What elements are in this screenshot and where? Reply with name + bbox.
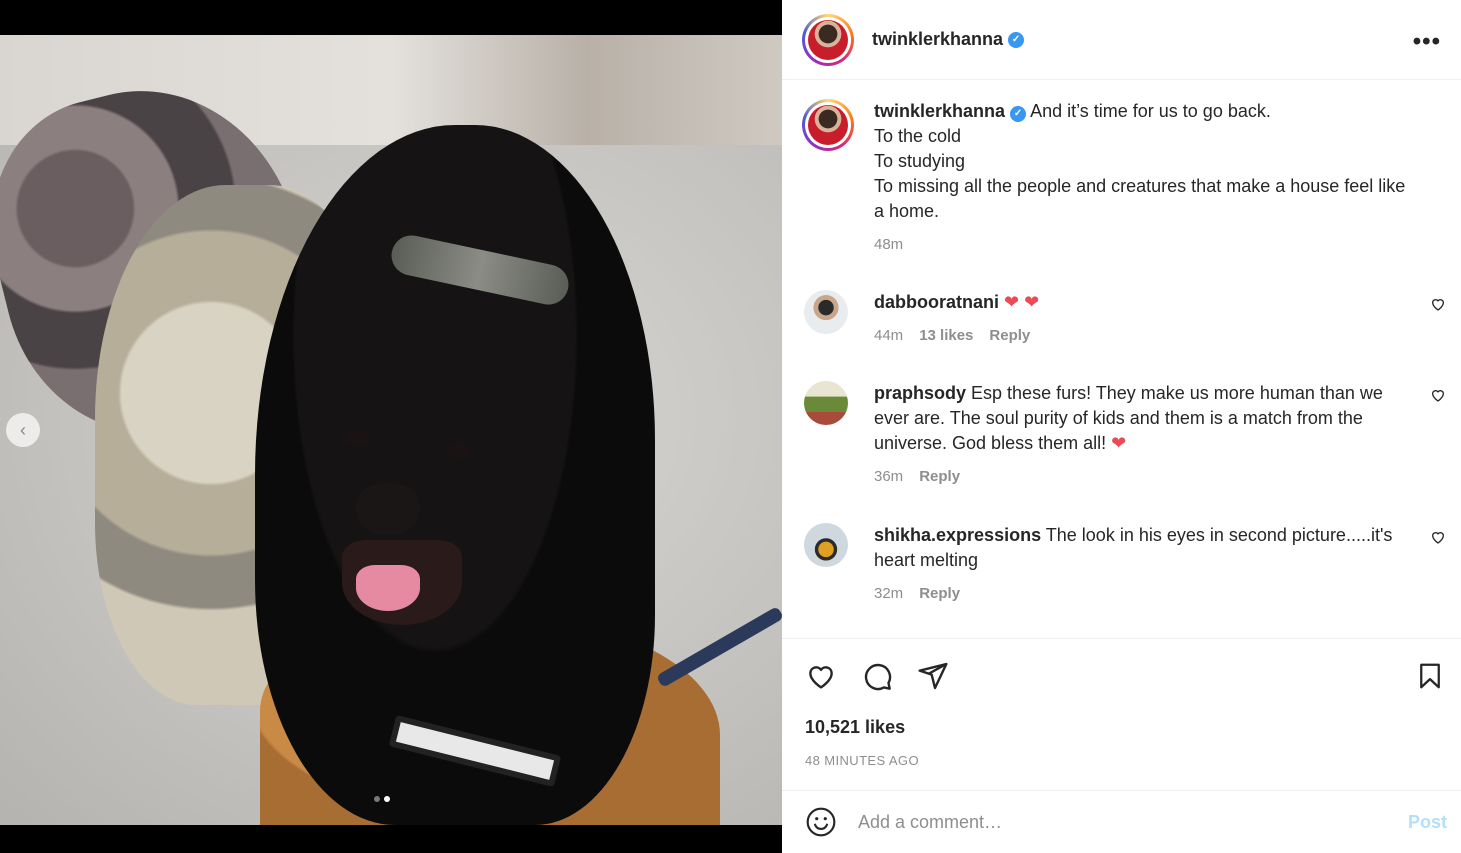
- post-actions: 10,521 likes 48 MINUTES AGO: [782, 638, 1461, 790]
- author-username[interactable]: twinklerkhanna: [872, 29, 1003, 50]
- commenter-username[interactable]: dabbooratnani: [874, 292, 999, 312]
- heart-icon[interactable]: [1430, 529, 1446, 550]
- caption: twinklerkhanna ✓ And it’s time for us to …: [802, 99, 1442, 257]
- more-icon[interactable]: •••: [1413, 28, 1441, 56]
- verified-icon: ✓: [1010, 106, 1027, 122]
- caption-text-1: And it’s time for us to go back.: [1030, 101, 1271, 121]
- comment-time[interactable]: 44m: [874, 323, 903, 348]
- comments-list[interactable]: twinklerkhanna ✓ And it’s time for us to …: [782, 81, 1461, 638]
- comment-composer: Post: [782, 790, 1461, 853]
- heart-icon[interactable]: [1430, 387, 1446, 408]
- comment-likes[interactable]: 13 likes: [919, 323, 973, 348]
- post-sidebar: twinklerkhanna ✓ ••• twinklerkhanna ✓ And…: [782, 0, 1461, 853]
- caption-text-2: To the cold: [874, 126, 962, 146]
- comment-icon[interactable]: [860, 659, 894, 693]
- author-avatar-image: [808, 19, 848, 60]
- caption-text-3: To studying: [874, 151, 966, 171]
- carousel-indicator: [374, 796, 390, 802]
- heart-icon[interactable]: [804, 659, 838, 693]
- caption-line-1: twinklerkhanna ✓ And it’s time for us to …: [874, 99, 1414, 124]
- emoji-icon[interactable]: [804, 805, 838, 839]
- photo-dog-eye-right: [447, 443, 471, 459]
- share-icon[interactable]: [916, 659, 950, 693]
- reply-button[interactable]: Reply: [919, 581, 960, 606]
- caption-text-4: To missing all the people and creatures …: [874, 176, 1406, 221]
- likes-count[interactable]: 10,521 likes: [805, 717, 905, 738]
- post-comment-button[interactable]: Post: [1408, 812, 1447, 833]
- comment-time[interactable]: 36m: [874, 464, 903, 489]
- chevron-left-icon[interactable]: ‹: [6, 413, 40, 447]
- post-header: twinklerkhanna ✓ •••: [782, 0, 1461, 80]
- heart-icon[interactable]: [1430, 296, 1446, 317]
- photo-hair: [255, 125, 655, 825]
- comment-input[interactable]: [858, 811, 1378, 833]
- caption-avatar-image: [808, 105, 848, 145]
- caption-avatar[interactable]: [802, 99, 854, 151]
- photo-dog-eye-left: [345, 430, 369, 446]
- verified-icon: ✓: [1008, 31, 1025, 48]
- carousel-dot-2: [384, 796, 390, 802]
- comment-item: shikha.expressions The look in his eyes …: [804, 523, 1446, 606]
- commenter-avatar[interactable]: [804, 290, 848, 334]
- post-timestamp[interactable]: 48 MINUTES AGO: [805, 753, 919, 768]
- heart-emoji: ❤: [1111, 433, 1127, 453]
- commenter-username[interactable]: shikha.expressions: [874, 525, 1041, 545]
- author-avatar[interactable]: [802, 13, 854, 66]
- comment-item: dabbooratnani ❤ ❤ 44m 13 likes Reply: [804, 290, 1446, 348]
- photo-dog-nose: [356, 483, 420, 535]
- carousel-dot-1: [374, 796, 380, 802]
- caption-time[interactable]: 48m: [874, 232, 1414, 257]
- photo-dog-tongue: [356, 565, 420, 611]
- reply-button[interactable]: Reply: [919, 464, 960, 489]
- commenter-username[interactable]: praphsody: [874, 383, 966, 403]
- heart-emoji: ❤ ❤: [1004, 292, 1040, 312]
- commenter-avatar[interactable]: [804, 523, 848, 567]
- caption-username[interactable]: twinklerkhanna: [874, 101, 1005, 121]
- commenter-avatar[interactable]: [804, 381, 848, 425]
- post-photo[interactable]: [0, 35, 782, 825]
- comment-time[interactable]: 32m: [874, 581, 903, 606]
- comment-item: praphsody Esp these furs! They make us m…: [804, 381, 1446, 489]
- reply-button[interactable]: Reply: [989, 323, 1030, 348]
- post-media: ‹: [0, 0, 782, 853]
- bookmark-icon[interactable]: [1413, 659, 1447, 693]
